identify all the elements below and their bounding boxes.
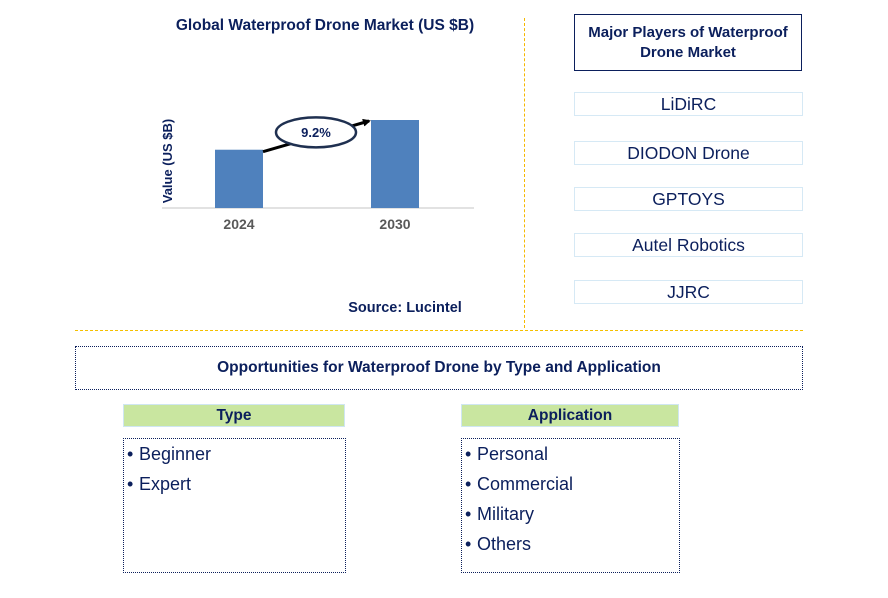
- type-list: • Beginner • Expert: [123, 438, 346, 573]
- bar-2024: [215, 149, 263, 208]
- application-header: Application: [461, 404, 679, 427]
- type-header: Type: [123, 404, 345, 427]
- bar-2030: [371, 120, 419, 208]
- application-item: • Others: [465, 531, 679, 561]
- player-item: LiDiRC: [574, 92, 803, 116]
- type-item: • Beginner: [127, 441, 345, 471]
- application-list: • Personal • Commercial • Military • Others: [461, 438, 680, 573]
- horizontal-divider: [75, 330, 803, 331]
- chart-title: Global Waterproof Drone Market (US $B): [175, 17, 475, 34]
- cagr-label: 9.2%: [301, 125, 331, 140]
- vertical-divider: [524, 18, 525, 328]
- player-item: Autel Robotics: [574, 233, 803, 257]
- player-item: GPTOYS: [574, 187, 803, 211]
- bullet-icon: •: [465, 504, 472, 524]
- opportunities-title: Opportunities for Waterproof Drone by Ty…: [75, 346, 803, 390]
- source-label: Source: Lucintel: [348, 300, 462, 316]
- application-item: • Commercial: [465, 471, 679, 501]
- x-tick-label: 2030: [379, 216, 410, 232]
- x-tick-label: 2024: [223, 216, 254, 232]
- bar-chart: 2024 2030 9.2%: [162, 116, 474, 232]
- bullet-icon: •: [465, 474, 472, 494]
- bullet-icon: •: [127, 444, 134, 464]
- bullet-icon: •: [127, 474, 134, 494]
- bullet-icon: •: [465, 534, 472, 554]
- player-item: JJRC: [574, 280, 803, 304]
- bullet-icon: •: [465, 444, 472, 464]
- application-item: • Military: [465, 501, 679, 531]
- players-title: Major Players of Waterproof Drone Market: [574, 14, 802, 71]
- application-item: • Personal: [465, 441, 679, 471]
- player-item: DIODON Drone: [574, 141, 803, 165]
- type-item: • Expert: [127, 471, 345, 501]
